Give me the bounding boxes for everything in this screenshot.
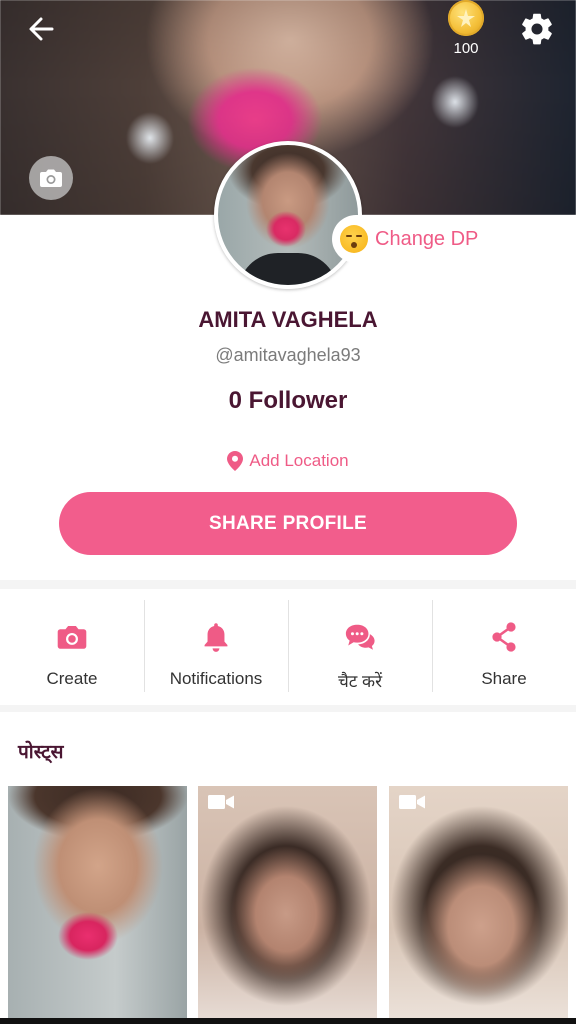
posts-section: पोस्ट्स <box>0 712 576 1024</box>
coin-count: 100 <box>453 40 479 57</box>
add-location-link[interactable]: Add Location <box>0 451 576 471</box>
change-cover-button[interactable] <box>29 156 73 200</box>
posts-title: पोस्ट्स <box>18 742 64 763</box>
camera-icon <box>40 169 62 187</box>
create-action[interactable]: Create <box>0 589 144 705</box>
settings-button[interactable] <box>518 10 556 48</box>
profile-username: @amitavaghela93 <box>215 345 361 365</box>
video-camera-icon <box>399 795 425 809</box>
notifications-label: Notifications <box>169 669 263 688</box>
location-pin-icon <box>227 451 244 471</box>
share-action[interactable]: Share <box>432 589 576 705</box>
video-camera-icon <box>208 795 234 809</box>
add-location-label: Add Location <box>249 451 349 470</box>
change-dp-button[interactable]: Change DP <box>332 215 489 263</box>
system-nav-bar <box>0 1018 576 1024</box>
avatar[interactable] <box>214 141 362 289</box>
chat-action[interactable]: चैट करें <box>288 589 432 705</box>
bell-icon <box>200 621 232 653</box>
back-button[interactable] <box>22 12 62 46</box>
post-thumbnail[interactable] <box>8 786 187 1022</box>
avatar-jacket <box>238 253 338 285</box>
create-label: Create <box>46 669 98 688</box>
change-dp-label: Change DP <box>375 227 479 250</box>
notifications-action[interactable]: Notifications <box>144 589 288 705</box>
share-profile-button[interactable]: SHARE PROFILE <box>59 492 517 555</box>
chat-label: चैट करें <box>337 672 383 691</box>
share-icon <box>488 621 520 653</box>
action-bar: Create Notifications चैट करें Share <box>0 589 576 705</box>
post-thumbnail[interactable] <box>389 786 568 1022</box>
arrow-left-icon <box>29 17 54 41</box>
chat-bubbles-icon <box>344 621 376 653</box>
emoji-mouth <box>351 242 357 248</box>
follower-count[interactable]: 0 Follower <box>0 387 576 415</box>
gear-icon <box>522 13 552 45</box>
camera-icon <box>56 621 88 653</box>
post-thumbnail[interactable] <box>198 786 377 1022</box>
profile-name: AMITA VAGHELA <box>198 307 378 332</box>
gold-coin-icon <box>448 0 484 36</box>
coin-balance[interactable]: 100 <box>444 0 488 60</box>
kissing-face-emoji-icon <box>340 225 368 253</box>
share-label: Share <box>481 669 527 688</box>
